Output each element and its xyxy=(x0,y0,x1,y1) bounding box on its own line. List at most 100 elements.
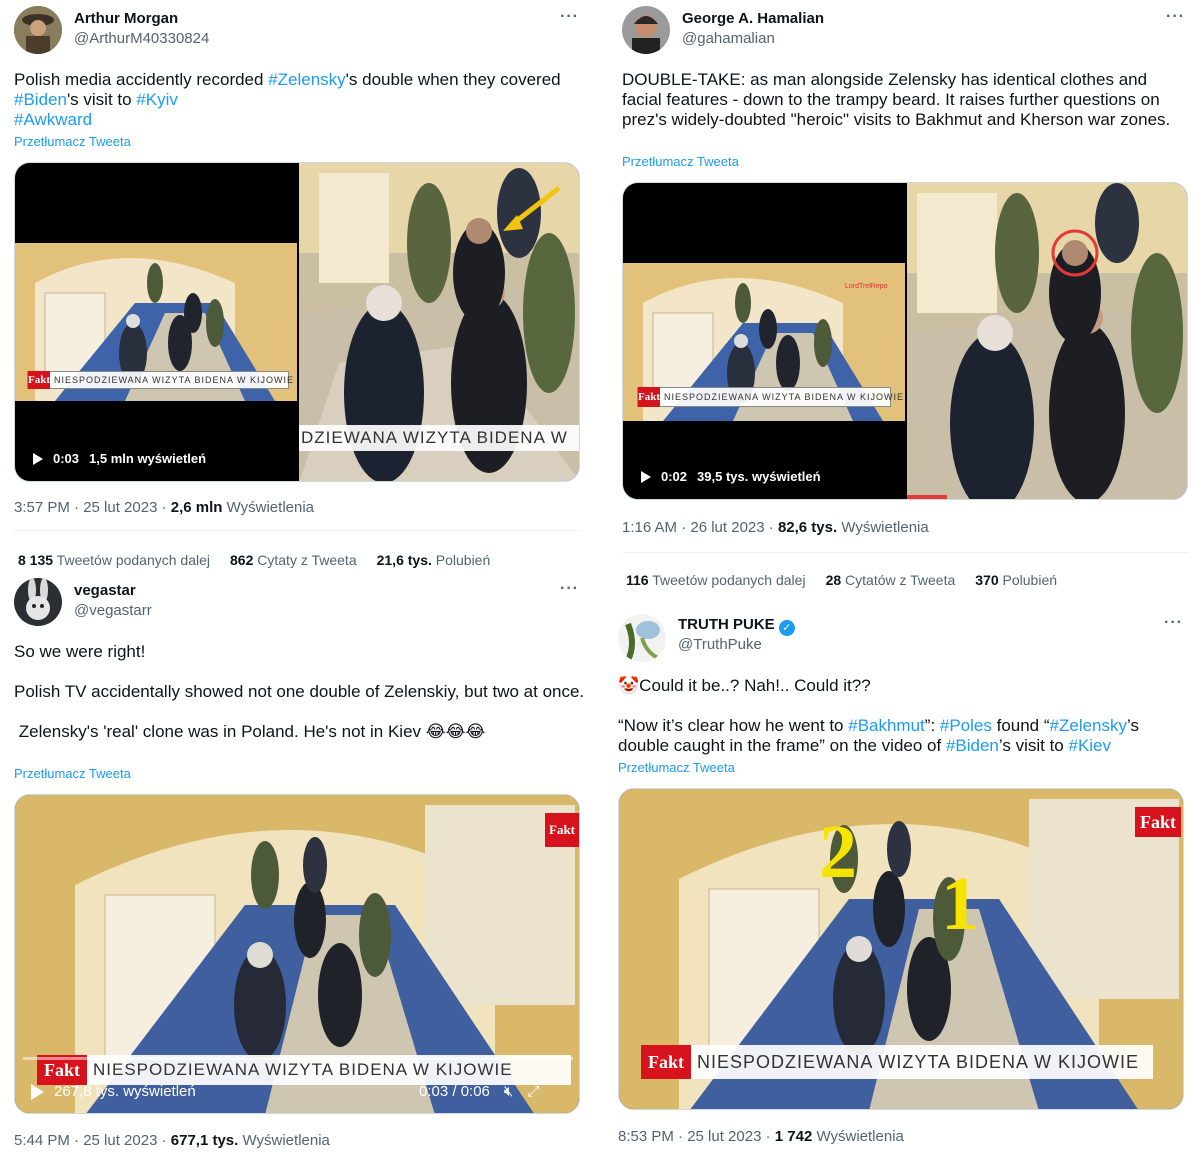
translate-tweet-link[interactable]: Przetłumacz Tweeta xyxy=(14,766,131,781)
news-caption-bar: Fakt NIESPODZIEWANA WIZYTA BIDENA W KIJO… xyxy=(637,387,903,407)
display-name[interactable]: TRUTH PUKE ✓ xyxy=(678,616,795,636)
display-name[interactable]: Arthur Morgan xyxy=(74,10,178,27)
tweet-text: Polish media accidently recorded #Zelens… xyxy=(14,70,561,129)
stat-likes[interactable]: 21,6 tys. Polubień xyxy=(377,552,491,568)
tweet-text: DOUBLE-TAKE: as man alongside Zelensky h… xyxy=(622,70,1171,129)
video-frame-right: DZIEWANA WIZYTA BIDENA W xyxy=(299,163,579,481)
fullscreen-icon[interactable]: ⤢ xyxy=(527,1083,539,1100)
video-time: 0:03 / 0:06 xyxy=(419,1083,490,1100)
fakt-logo: Fakt xyxy=(28,371,50,389)
divider xyxy=(622,552,1188,553)
user-handle[interactable]: @ArthurM40330824 xyxy=(74,30,209,47)
fakt-logo-corner: Fakt xyxy=(545,813,579,847)
video-controls[interactable]: 0:03 1,5 mln wyświetleń xyxy=(33,451,206,466)
video-frame-left: Fakt NIESPODZIEWANA WIZYTA BIDENA W KIJO… xyxy=(15,243,297,401)
video-progress-bar[interactable] xyxy=(23,1057,573,1060)
avatar-image xyxy=(618,614,666,662)
video-views: 39,5 tys. wyświetleń xyxy=(697,469,821,484)
tweet-video[interactable]: LordTrelRepo Fakt NIESPODZIEWANA WIZYTA … xyxy=(622,182,1188,500)
video-views: 267,8 tys. wyświetleń xyxy=(54,1083,196,1100)
tweet-video[interactable]: Fakt Fakt NIESPODZIEWANA WIZYTA BIDENA W… xyxy=(14,794,580,1114)
video-controls[interactable]: 267,8 tys. wyświetleń xyxy=(31,1083,196,1100)
news-caption: NIESPODZIEWANA WIZYTA BIDENA W KIJOWIE xyxy=(93,1060,513,1079)
avatar[interactable] xyxy=(14,578,62,626)
news-caption: NIESPODZIEWANA WIZYTA BIDENA W KIJOWIE xyxy=(664,392,905,402)
video-views: 1,5 mln wyświetleń xyxy=(89,451,207,466)
avatar-image xyxy=(622,6,670,54)
tweet-text-line: So we were right! xyxy=(14,642,146,661)
hashtag-poles[interactable]: #Poles xyxy=(940,716,992,735)
video-time-controls: 0:03 / 0:06 🔇︎ ⤢ xyxy=(419,1083,539,1100)
fakt-logo: Fakt xyxy=(641,1045,691,1079)
tweet-vegastar: vegastar @vegastarr ··· So we were right… xyxy=(0,576,600,1154)
tweet-timestamp[interactable]: 3:57 PM · 25 lut 2023 · 2,6 mln Wyświetl… xyxy=(14,499,314,516)
translate-tweet-link[interactable]: Przetłumacz Tweeta xyxy=(14,134,131,149)
stat-quotes[interactable]: 28 Cytatów z Tweeta xyxy=(826,572,956,588)
tweet-text-line: Polish TV accidentally showed not one do… xyxy=(14,682,585,701)
tweet-timestamp[interactable]: 8:53 PM · 25 lut 2023 · 1 742 Wyświetlen… xyxy=(618,1128,904,1145)
video-scene-zoom xyxy=(907,183,1187,499)
hashtag-kiev[interactable]: #Kiev xyxy=(1068,736,1111,755)
tweet-text-line: Zelensky's 'real' clone was in Poland. H… xyxy=(14,722,486,741)
play-icon[interactable] xyxy=(31,1083,44,1100)
hashtag-zelensky[interactable]: #Zelensky xyxy=(268,70,345,89)
display-name[interactable]: vegastar xyxy=(74,582,136,599)
tweet-stats: 8 135 Tweetów podanych dalej 862 Cytaty … xyxy=(18,552,490,568)
play-icon[interactable] xyxy=(33,452,43,465)
hashtag-zelensky[interactable]: #Zelensky xyxy=(1050,716,1127,735)
tweet-timestamp[interactable]: 5:44 PM · 25 lut 2023 · 677,1 tys. Wyświ… xyxy=(14,1132,330,1149)
annotation-number-1: 1 xyxy=(941,862,979,946)
annotation-number-2: 2 xyxy=(819,810,857,894)
video-controls[interactable]: 0:02 39,5 tys. wyświetleń xyxy=(641,469,821,484)
tweet-george-hamalian: George A. Hamalian @gahamalian ··· DOUBL… xyxy=(600,0,1198,600)
fakt-logo-corner: Fakt xyxy=(1135,807,1181,837)
video-frame-left: LordTrelRepo Fakt NIESPODZIEWANA WIZYTA … xyxy=(623,263,905,421)
display-name[interactable]: George A. Hamalian xyxy=(682,10,824,27)
hashtag-biden[interactable]: #Biden xyxy=(946,736,999,755)
avatar[interactable] xyxy=(14,6,62,54)
user-handle[interactable]: @vegastarr xyxy=(74,602,152,619)
news-caption-bar: Fakt NIESPODZIEWANA WIZYTA BIDENA W KIJO… xyxy=(641,1045,1153,1079)
user-handle[interactable]: @TruthPuke xyxy=(678,636,762,653)
hashtag-biden[interactable]: #Biden xyxy=(14,90,67,109)
tweet-timestamp[interactable]: 1:16 AM · 26 lut 2023 · 82,6 tys. Wyświe… xyxy=(622,519,929,536)
avatar[interactable] xyxy=(618,614,666,662)
verified-badge-icon: ✓ xyxy=(778,620,795,636)
tweet-text-line: 🤡Could it be..? Nah!.. Could it?? xyxy=(618,676,871,695)
divider xyxy=(14,530,580,531)
avatar[interactable] xyxy=(622,6,670,54)
stat-retweets[interactable]: 8 135 Tweetów podanych dalej xyxy=(18,552,210,568)
play-icon[interactable] xyxy=(641,470,651,483)
more-options-icon[interactable]: ··· xyxy=(1164,614,1183,632)
video-time: 0:02 xyxy=(661,469,688,484)
fakt-logo: Fakt xyxy=(638,387,660,407)
video-time: 0:03 xyxy=(53,451,80,466)
more-options-icon[interactable]: ··· xyxy=(560,580,579,598)
more-options-icon[interactable]: ··· xyxy=(560,8,579,26)
hashtag-awkward[interactable]: #Awkward xyxy=(14,110,92,129)
news-caption: NIESPODZIEWANA WIZYTA BIDENA W KIJOWIE xyxy=(697,1051,1140,1072)
tweet-text: So we were right! Polish TV accidentally… xyxy=(14,642,590,742)
hashtag-kyiv[interactable]: #Kyiv xyxy=(136,90,178,109)
tweet-video[interactable]: Fakt NIESPODZIEWANA WIZYTA BIDENA W KIJO… xyxy=(14,162,580,482)
news-caption-zoom: DZIEWANA WIZYTA BIDENA W xyxy=(301,428,568,447)
avatar-image xyxy=(14,578,62,626)
user-handle[interactable]: @gahamalian xyxy=(682,30,775,47)
stat-likes[interactable]: 370 Polubień xyxy=(975,572,1057,588)
stat-retweets[interactable]: 116 Tweetów podanych dalej xyxy=(626,572,806,588)
translate-tweet-link[interactable]: Przetłumacz Tweeta xyxy=(618,760,735,775)
watermark: LordTrelRepo xyxy=(845,283,888,290)
tweet-image[interactable]: 2 1 Fakt Fakt NIESPODZIEWANA WIZYTA BIDE… xyxy=(618,788,1184,1110)
news-caption-bar-zoom: DZIEWANA WIZYTA BIDENA W xyxy=(299,425,579,451)
stat-quotes[interactable]: 862 Cytaty z Tweeta xyxy=(230,552,357,568)
hashtag-bakhmut[interactable]: #Bakhmut xyxy=(848,716,925,735)
more-options-icon[interactable]: ··· xyxy=(1166,8,1185,26)
translate-tweet-link[interactable]: Przetłumacz Tweeta xyxy=(622,154,739,169)
tweet-text: 🤡Could it be..? Nah!.. Could it?? “Now i… xyxy=(618,676,1184,756)
tweet-truth-puke: TRUTH PUKE ✓ @TruthPuke ··· 🤡Could it be.… xyxy=(600,608,1198,1154)
video-frame-right xyxy=(907,183,1187,499)
mute-icon[interactable]: 🔇︎ xyxy=(504,1083,513,1100)
tweet-arthur-morgan: Arthur Morgan @ArthurM40330824 ··· Polis… xyxy=(0,0,600,580)
tweet-stats: 116 Tweetów podanych dalej 28 Cytatów z … xyxy=(626,572,1057,588)
news-caption-bar: Fakt NIESPODZIEWANA WIZYTA BIDENA W KIJO… xyxy=(27,371,293,389)
